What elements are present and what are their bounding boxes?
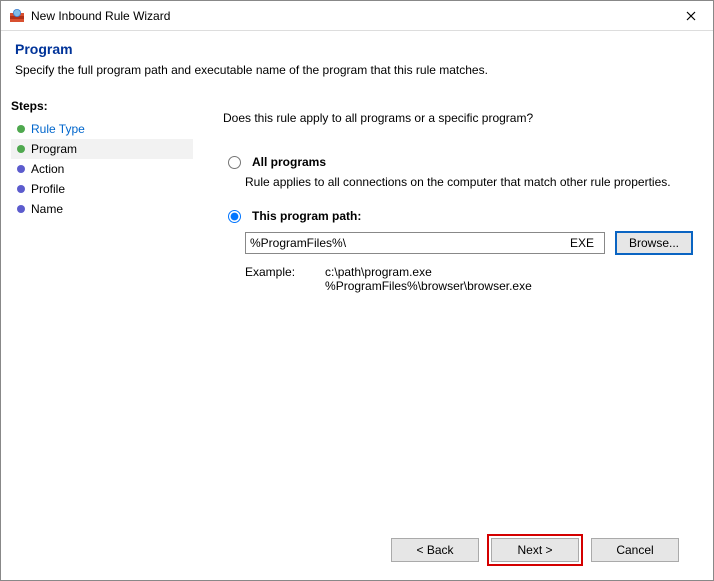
bullet-icon (17, 145, 25, 153)
option-path-label: This program path: (252, 209, 361, 223)
steps-sidebar: Steps: Rule Type Program Action Profile … (1, 91, 193, 580)
browse-button[interactable]: Browse... (615, 231, 693, 255)
header: Program Specify the full program path an… (1, 31, 713, 91)
steps-heading: Steps: (11, 99, 193, 113)
option-this-program-path[interactable]: This program path: (223, 209, 693, 223)
option-all-programs[interactable]: All programs (223, 155, 693, 169)
window-title: New Inbound Rule Wizard (31, 9, 669, 23)
step-profile[interactable]: Profile (11, 179, 193, 199)
example-line1: c:\path\program.exe (325, 265, 532, 279)
main-panel: Does this rule apply to all programs or … (193, 91, 713, 580)
next-button[interactable]: Next > (491, 538, 579, 562)
radio-all-programs[interactable] (228, 156, 241, 169)
option-all-label: All programs (252, 155, 326, 169)
example-label: Example: (245, 265, 295, 293)
step-rule-type[interactable]: Rule Type (11, 119, 193, 139)
step-program[interactable]: Program (11, 139, 193, 159)
example-paths: c:\path\program.exe %ProgramFiles%\brows… (325, 265, 532, 293)
next-highlight: Next > (487, 534, 583, 566)
step-label: Program (31, 142, 77, 156)
program-path-row: EXE Browse... (245, 231, 693, 255)
bullet-icon (17, 125, 25, 133)
program-path-input-wrap: EXE (245, 232, 605, 254)
close-button[interactable] (669, 1, 713, 31)
footer-buttons: < Back Next > Cancel (223, 528, 693, 580)
cancel-button[interactable]: Cancel (591, 538, 679, 562)
step-name[interactable]: Name (11, 199, 193, 219)
bullet-icon (17, 165, 25, 173)
page-title: Program (15, 41, 699, 57)
wizard-window: New Inbound Rule Wizard Program Specify … (0, 0, 714, 581)
example-line2: %ProgramFiles%\browser\browser.exe (325, 279, 532, 293)
bullet-icon (17, 205, 25, 213)
option-all-desc: Rule applies to all connections on the c… (245, 175, 693, 189)
question-text: Does this rule apply to all programs or … (223, 111, 693, 125)
step-action[interactable]: Action (11, 159, 193, 179)
program-path-ext: EXE (566, 234, 604, 252)
step-label: Action (31, 162, 64, 176)
body: Steps: Rule Type Program Action Profile … (1, 91, 713, 580)
page-subtitle: Specify the full program path and execut… (15, 63, 699, 77)
radio-this-program-path[interactable] (228, 210, 241, 223)
firewall-icon (9, 8, 25, 24)
step-label[interactable]: Rule Type (31, 122, 85, 136)
titlebar: New Inbound Rule Wizard (1, 1, 713, 31)
program-path-input[interactable] (246, 234, 566, 252)
step-label: Name (31, 202, 63, 216)
example-block: Example: c:\path\program.exe %ProgramFil… (245, 265, 693, 293)
step-label: Profile (31, 182, 65, 196)
back-button[interactable]: < Back (391, 538, 479, 562)
bullet-icon (17, 185, 25, 193)
